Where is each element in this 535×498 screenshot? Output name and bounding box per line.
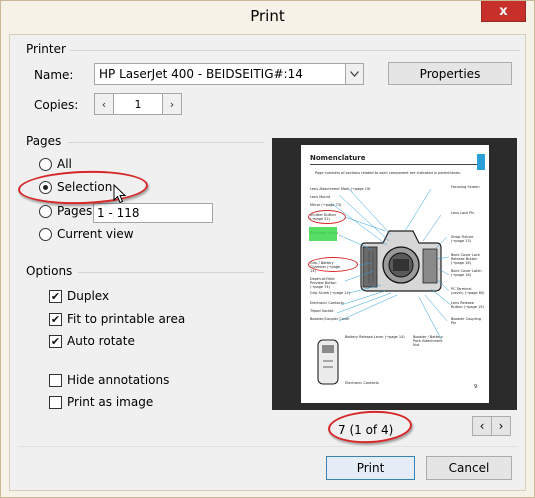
print-dialog: Print x Printer Name: HP LaserJet 400 - … — [0, 0, 535, 498]
page-counter-highlight-ellipse — [327, 408, 413, 446]
options-group-divider — [78, 272, 264, 273]
checkbox-duplex-label: Duplex — [67, 289, 110, 303]
pages-group-divider — [68, 142, 264, 143]
print-preview-pane: Nomenclature Page numbers of sections re… — [272, 138, 517, 410]
chevron-left-icon: ‹ — [479, 419, 485, 433]
radio-pages[interactable]: Pages — [39, 204, 92, 218]
checkbox-duplex[interactable]: ✔ Duplex — [49, 289, 109, 303]
print-button[interactable]: Print — [326, 456, 415, 480]
checkbox-hide-annotations-label: Hide annotations — [67, 373, 170, 387]
printer-name-label: Name: — [34, 68, 74, 82]
radio-pages-button[interactable] — [39, 204, 52, 218]
checkbox-hide-annotations-box[interactable] — [49, 373, 62, 387]
checkbox-auto-rotate-box[interactable]: ✔ — [49, 334, 62, 348]
cancel-button[interactable]: Cancel — [426, 456, 512, 480]
printer-group-label: Printer — [26, 42, 66, 56]
preview-page: Nomenclature Page numbers of sections re… — [301, 145, 489, 403]
battery-pack-illustration — [317, 339, 339, 385]
checkbox-fit-box[interactable]: ✔ — [49, 312, 62, 326]
radio-current-view[interactable]: Current view — [39, 227, 134, 241]
pages-group-label: Pages — [26, 134, 62, 148]
preview-page-number: 9 — [474, 384, 478, 390]
options-group-label: Options — [26, 264, 73, 278]
printer-select[interactable]: HP LaserJet 400 - BEIDSEITIG#:14 — [94, 63, 364, 85]
footer-divider — [18, 446, 518, 447]
checkbox-auto-rotate[interactable]: ✔ Auto rotate — [49, 334, 135, 348]
printer-select-value: HP LaserJet 400 - BEIDSEITIG#:14 — [99, 67, 303, 81]
preview-next-page-button[interactable]: › — [491, 416, 511, 436]
checkbox-print-as-image-box[interactable] — [49, 395, 62, 409]
radio-pages-label: Pages — [57, 204, 93, 218]
copies-input[interactable]: 1 — [113, 93, 163, 115]
selection-highlight-ellipse — [17, 168, 149, 207]
dialog-body: Printer Name: HP LaserJet 400 - BEIDSEIT… — [9, 34, 526, 491]
chevron-down-icon[interactable] — [345, 64, 363, 84]
radio-all[interactable]: All — [39, 157, 72, 171]
copies-label: Copies: — [34, 98, 79, 112]
checkbox-auto-rotate-label: Auto rotate — [67, 334, 135, 348]
copies-value: 1 — [134, 97, 142, 111]
checkbox-hide-annotations[interactable]: Hide annotations — [49, 373, 169, 387]
close-icon: x — [499, 3, 508, 19]
chevron-right-icon: › — [169, 97, 175, 111]
radio-all-label: All — [57, 157, 72, 171]
properties-button[interactable]: Properties — [388, 62, 512, 85]
checkbox-print-as-image[interactable]: Print as image — [49, 395, 153, 409]
preview-prev-page-button[interactable]: ‹ — [472, 416, 492, 436]
checkbox-duplex-box[interactable]: ✔ — [49, 289, 62, 303]
dialog-title: Print — [250, 7, 285, 25]
radio-current-view-label: Current view — [57, 227, 134, 241]
copies-increment-button[interactable]: › — [162, 93, 182, 115]
printer-group-divider — [70, 50, 520, 51]
title-bar[interactable]: Print x — [1, 1, 534, 34]
page-range-input[interactable]: 1 - 118 — [93, 203, 213, 223]
close-button[interactable]: x — [481, 1, 526, 22]
radio-current-view-button[interactable] — [39, 227, 52, 241]
mouse-cursor-icon — [113, 184, 127, 204]
checkbox-fit-label: Fit to printable area — [67, 312, 186, 326]
checkbox-print-as-image-label: Print as image — [67, 395, 154, 409]
chevron-left-icon: ‹ — [101, 97, 107, 111]
radio-all-button[interactable] — [39, 157, 52, 171]
chevron-right-icon: › — [498, 419, 504, 433]
copies-decrement-button[interactable]: ‹ — [94, 93, 114, 115]
checkbox-fit-to-printable-area[interactable]: ✔ Fit to printable area — [49, 312, 185, 326]
